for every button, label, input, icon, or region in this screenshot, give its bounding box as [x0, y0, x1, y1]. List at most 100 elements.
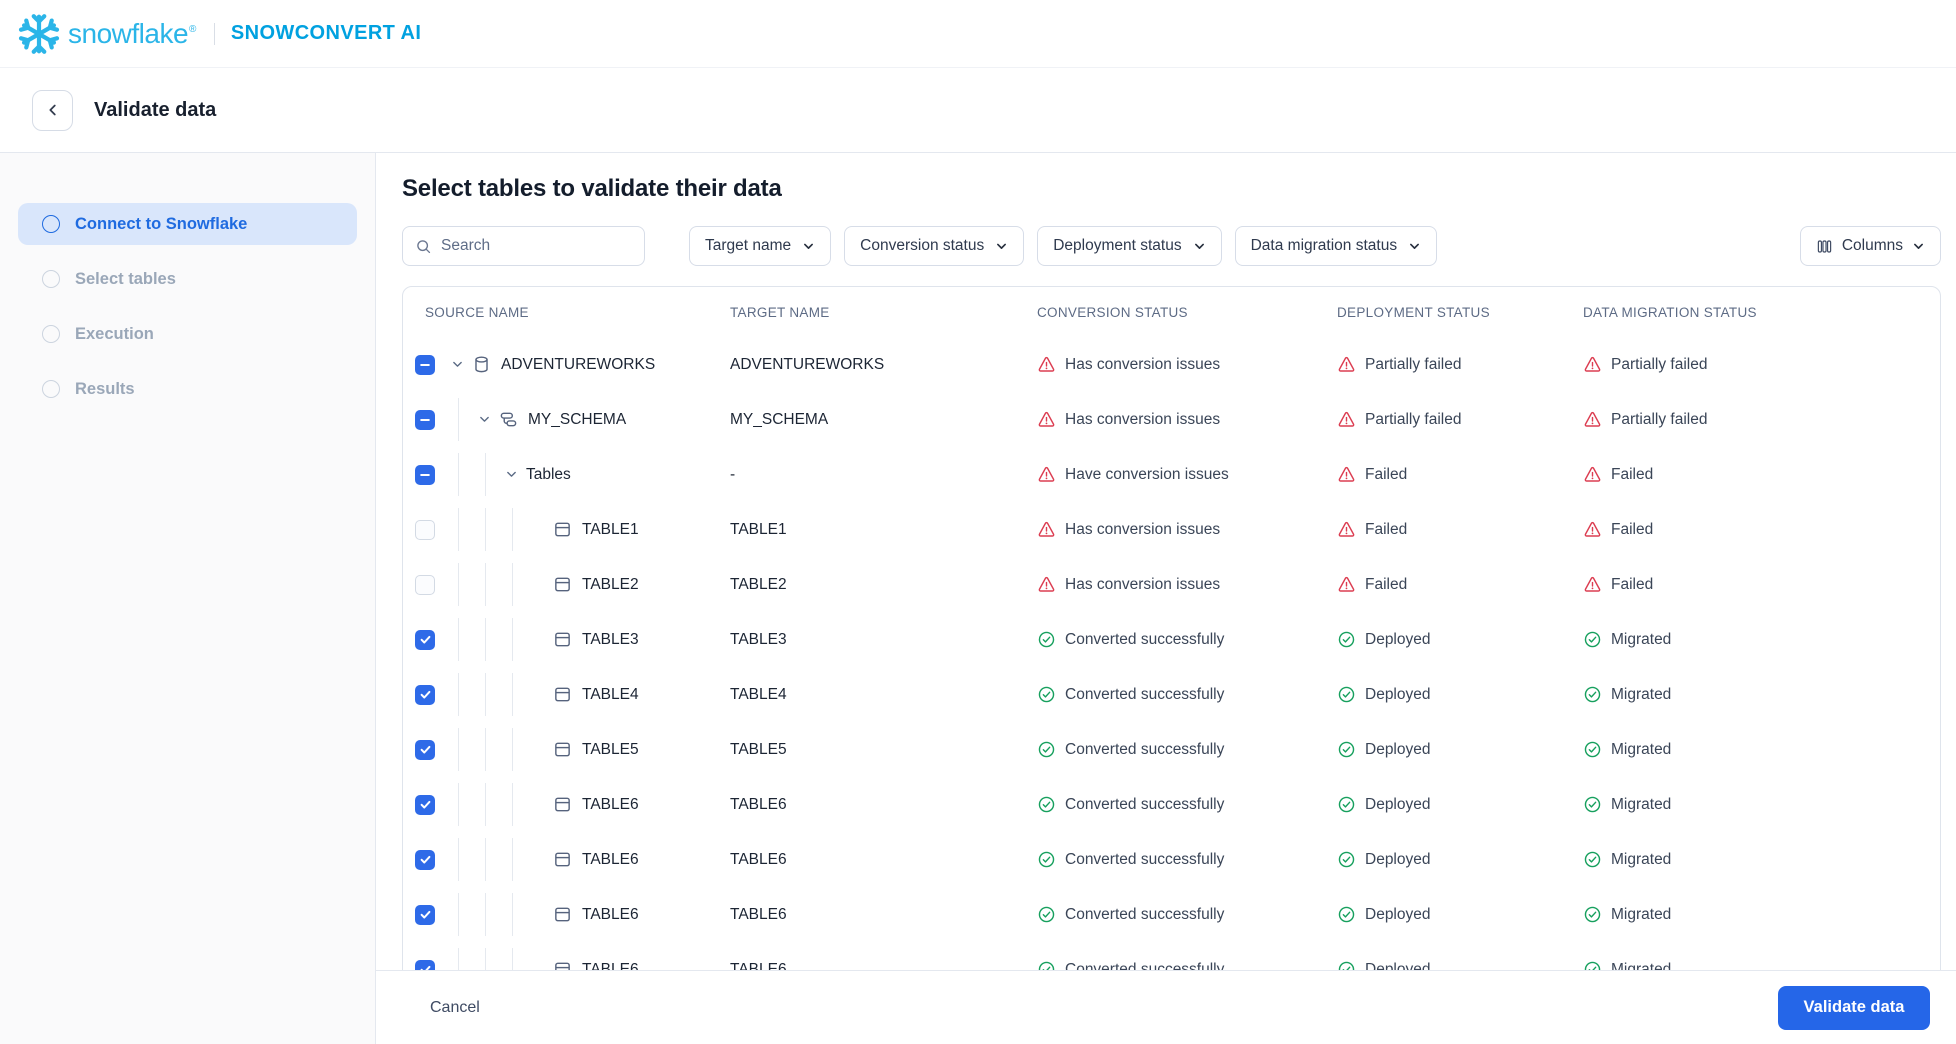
- migration-status-text: Migrated: [1611, 960, 1672, 971]
- tree-guide-line: [458, 673, 459, 716]
- warning-icon: [1583, 355, 1602, 374]
- conversion-status-text: Has conversion issues: [1065, 355, 1221, 373]
- conversion-status-text: Converted successfully: [1065, 685, 1225, 703]
- table-icon: [553, 575, 572, 594]
- search-input[interactable]: [441, 237, 632, 255]
- source-name: TABLE4: [582, 685, 639, 703]
- row-checkbox[interactable]: [415, 574, 435, 595]
- section-heading: Select tables to validate their data: [402, 175, 782, 202]
- migration-status-text: Migrated: [1611, 905, 1672, 923]
- tree-guide-line: [485, 728, 486, 771]
- table-icon: [553, 905, 572, 924]
- column-header-source-name: SOURCE NAME: [425, 304, 529, 320]
- table-row: ADVENTUREWORKS ADVENTUREWORKS Has conversi…: [403, 337, 1940, 392]
- tree-guide-line: [458, 728, 459, 771]
- target-name: MY_SCHEMA: [730, 410, 829, 428]
- chevron-down-icon[interactable]: [451, 358, 464, 371]
- logo-divider: [213, 22, 215, 45]
- tree-guide-line: [458, 893, 459, 936]
- warning-icon: [1037, 355, 1056, 374]
- success-icon: [1337, 850, 1356, 869]
- target-name: TABLE6: [730, 905, 787, 923]
- chevron-down-icon[interactable]: [505, 468, 518, 481]
- row-checkbox[interactable]: [415, 959, 435, 970]
- source-name: TABLE6: [582, 795, 639, 813]
- table-row: TABLE3 TABLE3 Converted successfully Deploy…: [403, 612, 1940, 667]
- product-name: SNOWCONVERT AI: [230, 22, 422, 44]
- snowflake-logo-icon: [18, 13, 60, 54]
- row-checkbox[interactable]: [415, 464, 435, 485]
- success-icon: [1583, 685, 1602, 704]
- deployment-status-text: Deployed: [1365, 905, 1431, 923]
- deployment-status-text: Failed: [1365, 520, 1408, 538]
- tree-guide-line: [485, 673, 486, 716]
- filter-toolbar: Target name Conversion status Deployment…: [402, 226, 1941, 266]
- table-row: MY_SCHEMA MY_SCHEMA Has conversion issues P…: [403, 392, 1940, 447]
- target-name: ADVENTUREWORKS: [730, 355, 885, 373]
- success-icon: [1037, 795, 1056, 814]
- success-icon: [1583, 905, 1602, 924]
- row-checkbox[interactable]: [415, 904, 435, 925]
- table-header-row: SOURCE NAME TARGET NAME CONVERSION STATU…: [403, 287, 1940, 337]
- step-select-tables[interactable]: Select tables: [18, 258, 357, 300]
- conversion-status-text: Converted successfully: [1065, 960, 1225, 971]
- row-checkbox[interactable]: [415, 849, 435, 870]
- migration-status-text: Migrated: [1611, 795, 1672, 813]
- step-circle-icon: [42, 380, 60, 398]
- conversion-status-text: Converted successfully: [1065, 850, 1225, 868]
- validate-data-button[interactable]: Validate data: [1778, 985, 1930, 1030]
- filter-target-name[interactable]: Target name: [689, 226, 832, 266]
- tree-guide-line: [485, 563, 486, 606]
- row-checkbox[interactable]: [415, 684, 435, 705]
- row-checkbox[interactable]: [415, 794, 435, 815]
- search-box: [402, 226, 645, 266]
- cancel-button[interactable]: Cancel: [430, 999, 480, 1017]
- step-connect-to-snowflake[interactable]: Connect to Snowflake: [18, 203, 357, 245]
- column-header-deployment-status: DEPLOYMENT STATUS: [1337, 304, 1490, 320]
- table-icon: [553, 795, 572, 814]
- deployment-status-text: Partially failed: [1365, 355, 1462, 373]
- back-button[interactable]: [32, 89, 73, 131]
- row-checkbox[interactable]: [415, 519, 435, 540]
- tree-guide-line: [512, 563, 513, 606]
- row-checkbox[interactable]: [415, 629, 435, 650]
- tree-guide-line: [512, 783, 513, 826]
- success-icon: [1037, 685, 1056, 704]
- target-name: -: [730, 465, 736, 483]
- success-icon: [1337, 630, 1356, 649]
- table-body: ADVENTUREWORKS ADVENTUREWORKS Has conversi…: [403, 337, 1940, 970]
- tree-guide-line: [458, 508, 459, 551]
- columns-label: Columns: [1841, 237, 1903, 254]
- success-icon: [1337, 685, 1356, 704]
- migration-status-text: Migrated: [1611, 850, 1672, 868]
- columns-button[interactable]: Columns: [1799, 226, 1941, 266]
- tree-guide-line: [485, 838, 486, 881]
- tree-guide-line: [458, 453, 459, 496]
- success-icon: [1337, 795, 1356, 814]
- table-row: Tables - Have conversion issues Failed Faile…: [403, 447, 1940, 502]
- tree-guide-line: [512, 508, 513, 551]
- database-icon: [472, 355, 491, 374]
- warning-icon: [1583, 520, 1602, 539]
- success-icon: [1037, 960, 1056, 970]
- conversion-status-text: Have conversion issues: [1065, 465, 1229, 483]
- warning-icon: [1337, 520, 1356, 539]
- row-checkbox[interactable]: [415, 739, 435, 760]
- row-checkbox[interactable]: [415, 354, 435, 375]
- step-execution[interactable]: Execution: [18, 313, 357, 355]
- page-title: Validate data: [94, 98, 217, 121]
- tree-guide-line: [512, 838, 513, 881]
- filter-deployment-status[interactable]: Deployment status: [1037, 226, 1222, 266]
- step-results[interactable]: Results: [18, 368, 357, 410]
- chevron-down-icon[interactable]: [478, 413, 491, 426]
- tree-guide-line: [512, 618, 513, 661]
- target-name: TABLE6: [730, 960, 787, 971]
- table-row: TABLE4 TABLE4 Converted successfully Deploy…: [403, 667, 1940, 722]
- success-icon: [1037, 630, 1056, 649]
- source-name: TABLE1: [582, 520, 639, 538]
- filter-data-migration-status[interactable]: Data migration status: [1234, 226, 1438, 266]
- target-name: TABLE2: [730, 575, 787, 593]
- row-checkbox[interactable]: [415, 409, 435, 430]
- warning-icon: [1583, 465, 1602, 484]
- filter-conversion-status[interactable]: Conversion status: [844, 226, 1025, 266]
